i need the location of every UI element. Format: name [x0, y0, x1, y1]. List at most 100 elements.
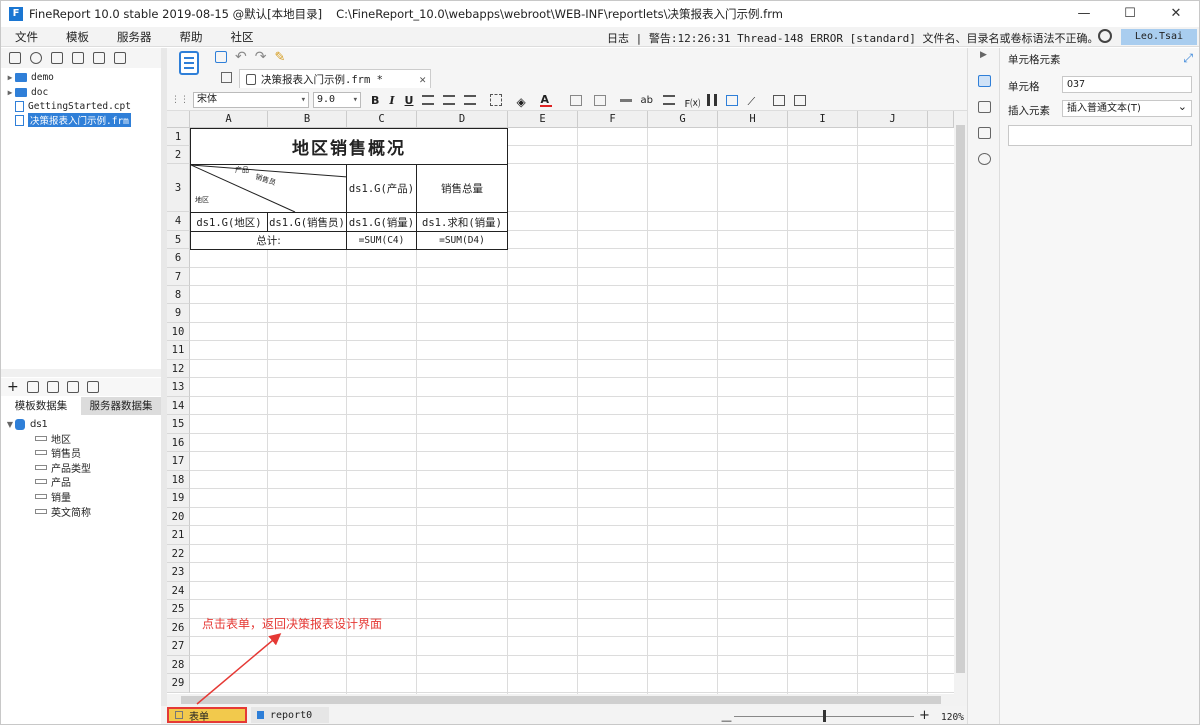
- slash-icon[interactable]: ⟋: [747, 95, 759, 108]
- element-content-field[interactable]: [1008, 125, 1192, 146]
- paragraph-icon[interactable]: [663, 95, 676, 105]
- cell-element-icon[interactable]: [978, 75, 991, 87]
- pin-icon[interactable]: ⤢: [1183, 51, 1193, 66]
- cell-c4[interactable]: ds1.G(销量): [346, 212, 417, 232]
- column-header-b[interactable]: B: [268, 111, 347, 128]
- cell-diagonal-header[interactable]: 产品 销售员 地区: [190, 164, 348, 213]
- grid-corner[interactable]: [167, 111, 190, 128]
- tree-item-frm[interactable]: 决策报表入门示例.frm: [15, 113, 131, 127]
- border-icon[interactable]: [490, 94, 503, 106]
- row-header-21[interactable]: 21: [167, 526, 190, 545]
- column-header-d[interactable]: D: [417, 111, 508, 128]
- delete-icon[interactable]: [46, 381, 59, 393]
- zoom-slider-thumb[interactable]: [823, 710, 826, 722]
- row-header-13[interactable]: 13: [167, 378, 190, 397]
- refresh-icon[interactable]: [30, 52, 42, 64]
- row-header-10[interactable]: 10: [167, 323, 190, 341]
- row-header-3[interactable]: 3: [167, 164, 190, 212]
- row-header-29[interactable]: 29: [167, 674, 190, 693]
- row-header-5[interactable]: 5: [167, 231, 190, 249]
- dataset-item-ds1[interactable]: ▼ ds1: [5, 417, 48, 431]
- cell-a4[interactable]: ds1.G(地区): [190, 212, 268, 232]
- save-all-icon[interactable]: [72, 52, 84, 64]
- chevron-right-icon[interactable]: ▶: [5, 88, 15, 97]
- row-header-25[interactable]: 25: [167, 600, 190, 619]
- menu-template[interactable]: 模板: [52, 29, 103, 45]
- italic-button[interactable]: I: [389, 94, 394, 107]
- minimize-button[interactable]: —: [1061, 1, 1107, 27]
- delete-file-icon[interactable]: [93, 52, 105, 64]
- zoom-out-button[interactable]: —: [721, 714, 732, 725]
- cell-title[interactable]: 地区销售概况: [190, 128, 508, 165]
- field-item[interactable]: 地区: [35, 431, 71, 446]
- log-message[interactable]: 日志 | 警告:12:26:31 Thread-148 ERROR [stand…: [607, 30, 1099, 46]
- zoom-in-button[interactable]: +: [919, 708, 930, 723]
- add-dataset-icon[interactable]: +: [7, 379, 19, 395]
- image-icon[interactable]: [726, 94, 739, 106]
- tab-form-sheet[interactable]: 表单: [167, 707, 247, 723]
- cell-d4[interactable]: ds1.求和(销量): [416, 212, 508, 232]
- table-icon[interactable]: [794, 94, 807, 106]
- preview-icon[interactable]: [66, 381, 79, 393]
- close-tab-icon[interactable]: ✕: [419, 73, 426, 86]
- field-item[interactable]: 销量: [35, 489, 71, 504]
- edit-icon[interactable]: [26, 381, 39, 393]
- hyperlink-icon[interactable]: [978, 153, 991, 165]
- column-header-e[interactable]: E: [508, 111, 578, 128]
- underline-button[interactable]: U: [405, 94, 414, 107]
- insert-element-select[interactable]: 插入普通文本(T): [1062, 99, 1192, 117]
- tab-template-dataset[interactable]: 模板数据集: [1, 397, 81, 415]
- column-header-i[interactable]: I: [788, 111, 858, 128]
- row-header-24[interactable]: 24: [167, 582, 190, 600]
- row-header-9[interactable]: 9: [167, 304, 190, 323]
- save-icon[interactable]: [215, 51, 227, 63]
- column-header-j[interactable]: J: [858, 111, 928, 128]
- align-right-icon[interactable]: [464, 95, 477, 105]
- horizontal-scroll-thumb[interactable]: [181, 696, 941, 704]
- column-header-a[interactable]: A: [190, 111, 268, 128]
- chevron-down-icon[interactable]: ▼: [5, 420, 15, 429]
- row-header-7[interactable]: 7: [167, 268, 190, 286]
- tab-report-sheet[interactable]: report0: [251, 707, 329, 723]
- row-header-23[interactable]: 23: [167, 563, 190, 582]
- horizontal-scrollbar[interactable]: [167, 694, 967, 706]
- merge-cell-icon[interactable]: [570, 94, 583, 106]
- column-header-g[interactable]: G: [648, 111, 718, 128]
- cell-c3[interactable]: ds1.G(产品): [346, 164, 417, 213]
- sub-report-icon[interactable]: [773, 94, 786, 106]
- cell-attribute-icon[interactable]: [978, 101, 991, 113]
- menu-file[interactable]: 文件: [1, 29, 52, 45]
- chevron-right-icon[interactable]: ▶: [980, 50, 987, 60]
- cell-c5[interactable]: =SUM(C4): [346, 231, 417, 250]
- row-header-27[interactable]: 27: [167, 637, 190, 656]
- widget-settings-icon[interactable]: [978, 127, 991, 139]
- fill-color-icon[interactable]: ◈: [516, 95, 528, 109]
- font-color-icon[interactable]: A: [540, 94, 553, 107]
- row-header-1[interactable]: 1: [167, 128, 190, 146]
- font-family-select[interactable]: 宋体: [193, 92, 309, 108]
- left-splitter[interactable]: [1, 369, 161, 377]
- lock-file-icon[interactable]: [114, 52, 126, 64]
- field-item[interactable]: 产品类型: [35, 460, 91, 475]
- tree-item-demo[interactable]: ▶ demo: [5, 70, 54, 84]
- column-header-h[interactable]: H: [718, 111, 788, 128]
- close-button[interactable]: ✕: [1153, 1, 1199, 27]
- new-file-icon[interactable]: [9, 52, 21, 64]
- row-header-8[interactable]: 8: [167, 286, 190, 304]
- formula-icon[interactable]: F⒳: [684, 95, 700, 110]
- row-header-26[interactable]: 26: [167, 619, 190, 637]
- template-list-icon[interactable]: [179, 51, 199, 75]
- cell-d5[interactable]: =SUM(D4): [416, 231, 508, 250]
- tab-server-dataset[interactable]: 服务器数据集: [81, 397, 161, 415]
- zoom-percent[interactable]: 120%: [941, 712, 964, 723]
- server-dataset-icon[interactable]: [86, 381, 99, 393]
- spreadsheet-grid[interactable]: ABCDEFGHIJ 1 2 3 4 5 6 7 8 9 10 11 12 13 14 15 16 17 18 19…: [167, 111, 954, 694]
- tree-item-doc[interactable]: ▶ doc: [5, 85, 49, 99]
- chart-icon[interactable]: [707, 94, 718, 106]
- file-tab[interactable]: 决策报表入门示例.frm * ✕: [239, 69, 431, 88]
- unmerge-cell-icon[interactable]: [594, 94, 607, 106]
- cell-b4[interactable]: ds1.G(销售员): [267, 212, 347, 232]
- search-icon[interactable]: [1098, 29, 1112, 43]
- cell-input[interactable]: O37: [1062, 76, 1192, 93]
- menu-server[interactable]: 服务器: [103, 29, 166, 45]
